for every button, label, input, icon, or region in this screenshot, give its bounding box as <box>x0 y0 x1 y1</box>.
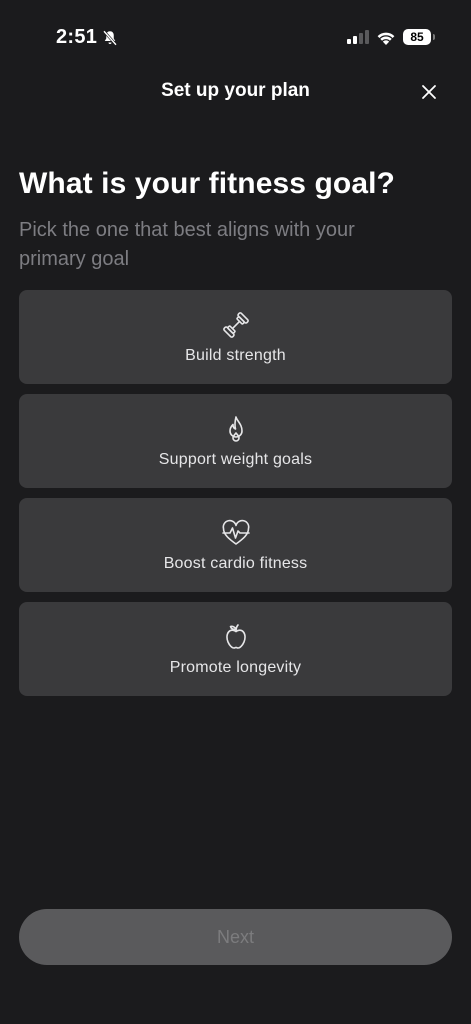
option-support-weight-goals[interactable]: Support weight goals <box>19 394 452 488</box>
apple-icon <box>225 624 246 649</box>
dumbbell-icon <box>222 312 249 338</box>
status-right-group: 85 <box>347 29 435 45</box>
bell-slash-icon <box>103 29 118 46</box>
battery-icon: 85 <box>403 29 435 45</box>
next-button[interactable]: Next <box>19 909 452 965</box>
option-promote-longevity[interactable]: Promote longevity <box>19 602 452 696</box>
close-button[interactable] <box>419 82 439 102</box>
heartbeat-icon <box>221 519 250 545</box>
status-time-group: 2:51 <box>56 26 119 49</box>
status-time: 2:51 <box>56 26 98 48</box>
option-boost-cardio-fitness[interactable]: Boost cardio fitness <box>19 498 452 592</box>
option-build-strength[interactable]: Build strength <box>19 290 452 384</box>
wifi-icon <box>377 32 395 45</box>
page-title: Set up your plan <box>161 80 310 101</box>
option-label: Promote longevity <box>169 659 302 676</box>
option-label: Boost cardio fitness <box>163 555 308 572</box>
question-subtitle: Pick the one that best aligns with your … <box>19 219 355 270</box>
battery-level: 85 <box>410 30 424 44</box>
option-label: Build strength <box>185 347 286 364</box>
close-icon[interactable] <box>419 82 439 102</box>
flame-icon <box>228 416 243 442</box>
status-bar: 2:51 85 <box>0 0 471 78</box>
goal-options: Build strength Support weight goals Boos… <box>19 290 452 706</box>
option-label: Support weight goals <box>158 451 313 468</box>
signal-icon <box>347 30 369 44</box>
question-title: What is your fitness goal? <box>19 167 395 200</box>
